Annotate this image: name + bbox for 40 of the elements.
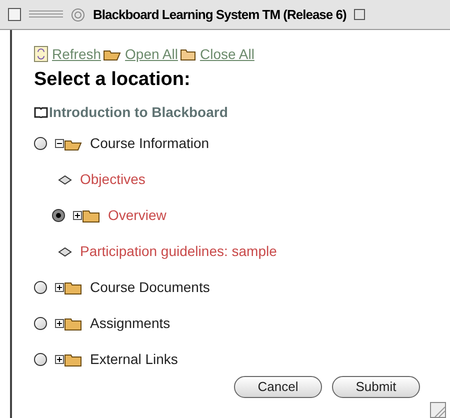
radio-button[interactable]: [34, 353, 47, 366]
folder-label[interactable]: Course Information: [90, 133, 210, 154]
item-link[interactable]: Participation guidelines: sample: [80, 241, 277, 262]
close-box-icon[interactable]: [8, 8, 21, 21]
window-title: Blackboard Learning System TM (Release 6): [93, 6, 346, 24]
folder-label[interactable]: Course Documents: [90, 277, 210, 298]
zoom-box-icon[interactable]: [354, 9, 366, 20]
folder-label[interactable]: Assignments: [90, 313, 170, 334]
folder-icon: [82, 208, 100, 222]
document-icon: [58, 174, 72, 184]
toolbar-link[interactable]: Close All: [200, 44, 254, 64]
book-icon: [34, 107, 48, 118]
collapse-icon[interactable]: [55, 139, 64, 148]
pill-button[interactable]: Submit: [332, 376, 420, 398]
folder-icon: [64, 316, 82, 330]
radio-button[interactable]: [34, 137, 47, 150]
folder-icon: [64, 280, 82, 294]
expand-icon[interactable]: [55, 355, 64, 364]
stripes-icon: [29, 10, 63, 20]
refresh-icon: [34, 46, 48, 62]
toolbar-link[interactable]: Open All: [125, 44, 178, 64]
radio-button[interactable]: [34, 317, 47, 330]
folder-icon: [64, 352, 82, 366]
pill-button[interactable]: Cancel: [234, 376, 322, 398]
course-title[interactable]: Introduction to Blackboard: [49, 102, 228, 123]
open-folder-icon: [103, 48, 122, 60]
toolbar-link[interactable]: Refresh: [52, 44, 102, 64]
expand-icon[interactable]: [55, 319, 64, 328]
globe-icon: [71, 8, 85, 22]
heading: Select a location:: [34, 68, 192, 92]
resize-grip-icon[interactable]: [430, 402, 446, 418]
expand-icon[interactable]: [73, 211, 82, 220]
radio-button[interactable]: [34, 281, 47, 294]
item-link[interactable]: Objectives: [80, 169, 146, 190]
radio-button[interactable]: [52, 209, 65, 222]
document-icon: [58, 246, 72, 256]
folder-icon: [180, 48, 196, 60]
folder-label[interactable]: External Links: [90, 349, 178, 370]
folder-label[interactable]: Overview: [108, 205, 166, 226]
expand-icon[interactable]: [55, 283, 64, 292]
